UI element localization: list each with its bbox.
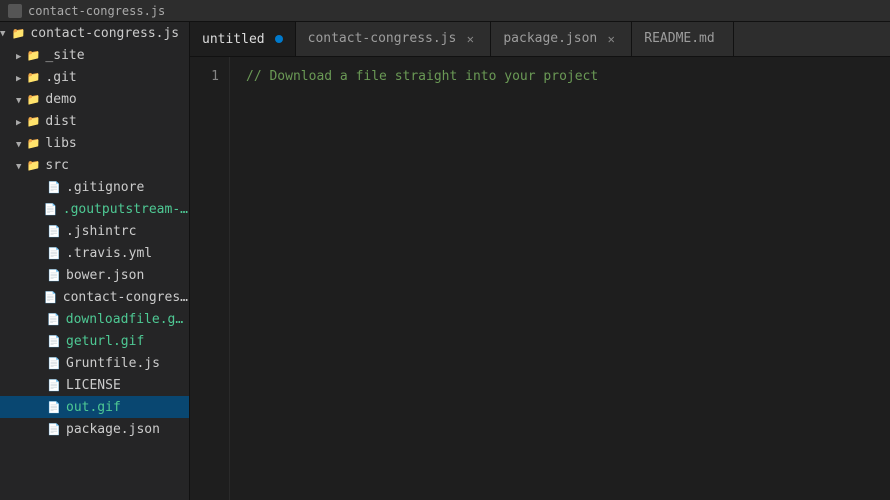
file-icon-contactjson: 📄 (43, 289, 59, 305)
sidebar-item-gitignore[interactable]: 📄 .gitignore (0, 176, 189, 198)
tab-container: untitledcontact-congress.js✕package.json… (190, 22, 734, 56)
tab-label-readme-md: README.md (644, 31, 714, 46)
chevron-icon-libs (16, 136, 21, 151)
item-label-goutputstream: .goutputstream-4EBNFX (63, 202, 189, 217)
item-label-git: .git (45, 70, 76, 85)
item-label-travis: .travis.yml (66, 246, 152, 261)
title-bar-text: contact-congress.js (28, 4, 165, 18)
folder-icon-site: 📁 (25, 47, 41, 63)
root-folder-icon: 📁 (10, 25, 26, 41)
file-icon-travis: 📄 (46, 245, 62, 261)
sidebar-item-geturl[interactable]: 📄 geturl.gif (0, 330, 189, 352)
item-label-outgif: out.gif (66, 400, 121, 415)
app-icon (8, 4, 22, 18)
folder-icon-demo: 📁 (25, 91, 41, 107)
sidebar-item-git[interactable]: 📁 .git (0, 66, 189, 88)
sidebar-item-site[interactable]: 📁 _site (0, 44, 189, 66)
chevron-icon-dist (16, 114, 21, 129)
sidebar-item-contactjson[interactable]: 📄 contact-congress.json (0, 286, 189, 308)
item-label-packagejson: package.json (66, 422, 160, 437)
folder-icon-dist: 📁 (25, 113, 41, 129)
sidebar-item-license[interactable]: 📄 LICENSE (0, 374, 189, 396)
item-label-license: LICENSE (66, 378, 121, 393)
item-label-src: src (45, 158, 68, 173)
file-tree: 📁 _site 📁 .git 📁 demo 📁 dist 📁 libs 📁 src 📄 .gitignor… (0, 44, 189, 440)
sidebar-item-src[interactable]: 📁 src (0, 154, 189, 176)
item-label-contactjson: contact-congress.json (63, 290, 189, 305)
chevron-icon-src (16, 158, 21, 173)
folder-icon-git: 📁 (25, 69, 41, 85)
item-label-bower: bower.json (66, 268, 144, 283)
file-icon-gruntfile: 📄 (46, 355, 62, 371)
tab-label-contact-congress-js: contact-congress.js (308, 31, 457, 46)
item-label-demo: demo (45, 92, 76, 107)
file-icon-bower: 📄 (46, 267, 62, 283)
item-label-downloadfile: downloadfile.gif (66, 312, 189, 327)
file-icon-outgif: 📄 (46, 399, 62, 415)
sidebar-item-dist[interactable]: 📁 dist (0, 110, 189, 132)
item-label-dist: dist (45, 114, 76, 129)
root-chevron-icon (0, 28, 5, 39)
folder-icon-libs: 📁 (25, 135, 41, 151)
file-icon-downloadfile: 📄 (46, 311, 62, 327)
sidebar-root-label: contact-congress.js (30, 26, 179, 41)
tab-dot-untitled (275, 35, 283, 43)
item-label-gruntfile: Gruntfile.js (66, 356, 160, 371)
sidebar-item-goutputstream[interactable]: 📄 .goutputstream-4EBNFX (0, 198, 189, 220)
chevron-icon-demo (16, 92, 21, 107)
main-layout: 📁 contact-congress.js 📁 _site 📁 .git 📁 demo 📁 d… (0, 22, 890, 500)
tab-readme-md[interactable]: README.md (632, 22, 733, 56)
item-label-libs: libs (45, 136, 76, 151)
file-icon-license: 📄 (46, 377, 62, 393)
tab-label-package-json: package.json (503, 31, 597, 46)
sidebar-item-travis[interactable]: 📄 .travis.yml (0, 242, 189, 264)
tab-contact-congress-js[interactable]: contact-congress.js ✕ (296, 22, 492, 56)
tab-label-untitled: untitled (202, 32, 265, 47)
folder-icon-src: 📁 (25, 157, 41, 173)
code-line-1: // Download a file straight into your pr… (246, 67, 890, 87)
sidebar-root-header[interactable]: 📁 contact-congress.js (0, 22, 189, 44)
item-label-jshintrc: .jshintrc (66, 224, 136, 239)
file-icon-goutputstream: 📄 (43, 201, 59, 217)
sidebar-item-packagejson[interactable]: 📄 package.json (0, 418, 189, 440)
sidebar-item-gruntfile[interactable]: 📄 Gruntfile.js (0, 352, 189, 374)
sidebar: 📁 contact-congress.js 📁 _site 📁 .git 📁 demo 📁 d… (0, 22, 190, 500)
tab-untitled[interactable]: untitled (190, 22, 296, 56)
sidebar-item-jshintrc[interactable]: 📄 .jshintrc (0, 220, 189, 242)
file-icon-gitignore: 📄 (46, 179, 62, 195)
editor-area: untitledcontact-congress.js✕package.json… (190, 22, 890, 500)
sidebar-item-bower[interactable]: 📄 bower.json (0, 264, 189, 286)
file-icon-packagejson: 📄 (46, 421, 62, 437)
code-editor: 1 // Download a file straight into your … (190, 57, 890, 500)
tab-bar: untitledcontact-congress.js✕package.json… (190, 22, 890, 57)
item-label-gitignore: .gitignore (66, 180, 144, 195)
sidebar-item-demo[interactable]: 📁 demo (0, 88, 189, 110)
line-numbers: 1 (190, 57, 230, 500)
chevron-icon-site (16, 48, 21, 63)
file-icon-jshintrc: 📄 (46, 223, 62, 239)
sidebar-item-libs[interactable]: 📁 libs (0, 132, 189, 154)
item-label-geturl: geturl.gif (66, 334, 144, 349)
title-bar: contact-congress.js (0, 0, 890, 22)
sidebar-item-downloadfile[interactable]: 📄 downloadfile.gif (0, 308, 189, 330)
file-icon-geturl: 📄 (46, 333, 62, 349)
line-number-1: 1 (190, 67, 219, 87)
tab-close-package-json[interactable]: ✕ (603, 31, 619, 47)
tab-close-contact-congress-js[interactable]: ✕ (462, 31, 478, 47)
chevron-icon-git (16, 70, 21, 85)
tab-package-json[interactable]: package.json ✕ (491, 22, 632, 56)
sidebar-item-outgif[interactable]: 📄 out.gif (0, 396, 189, 418)
item-label-site: _site (45, 48, 84, 63)
code-content[interactable]: // Download a file straight into your pr… (230, 57, 890, 500)
